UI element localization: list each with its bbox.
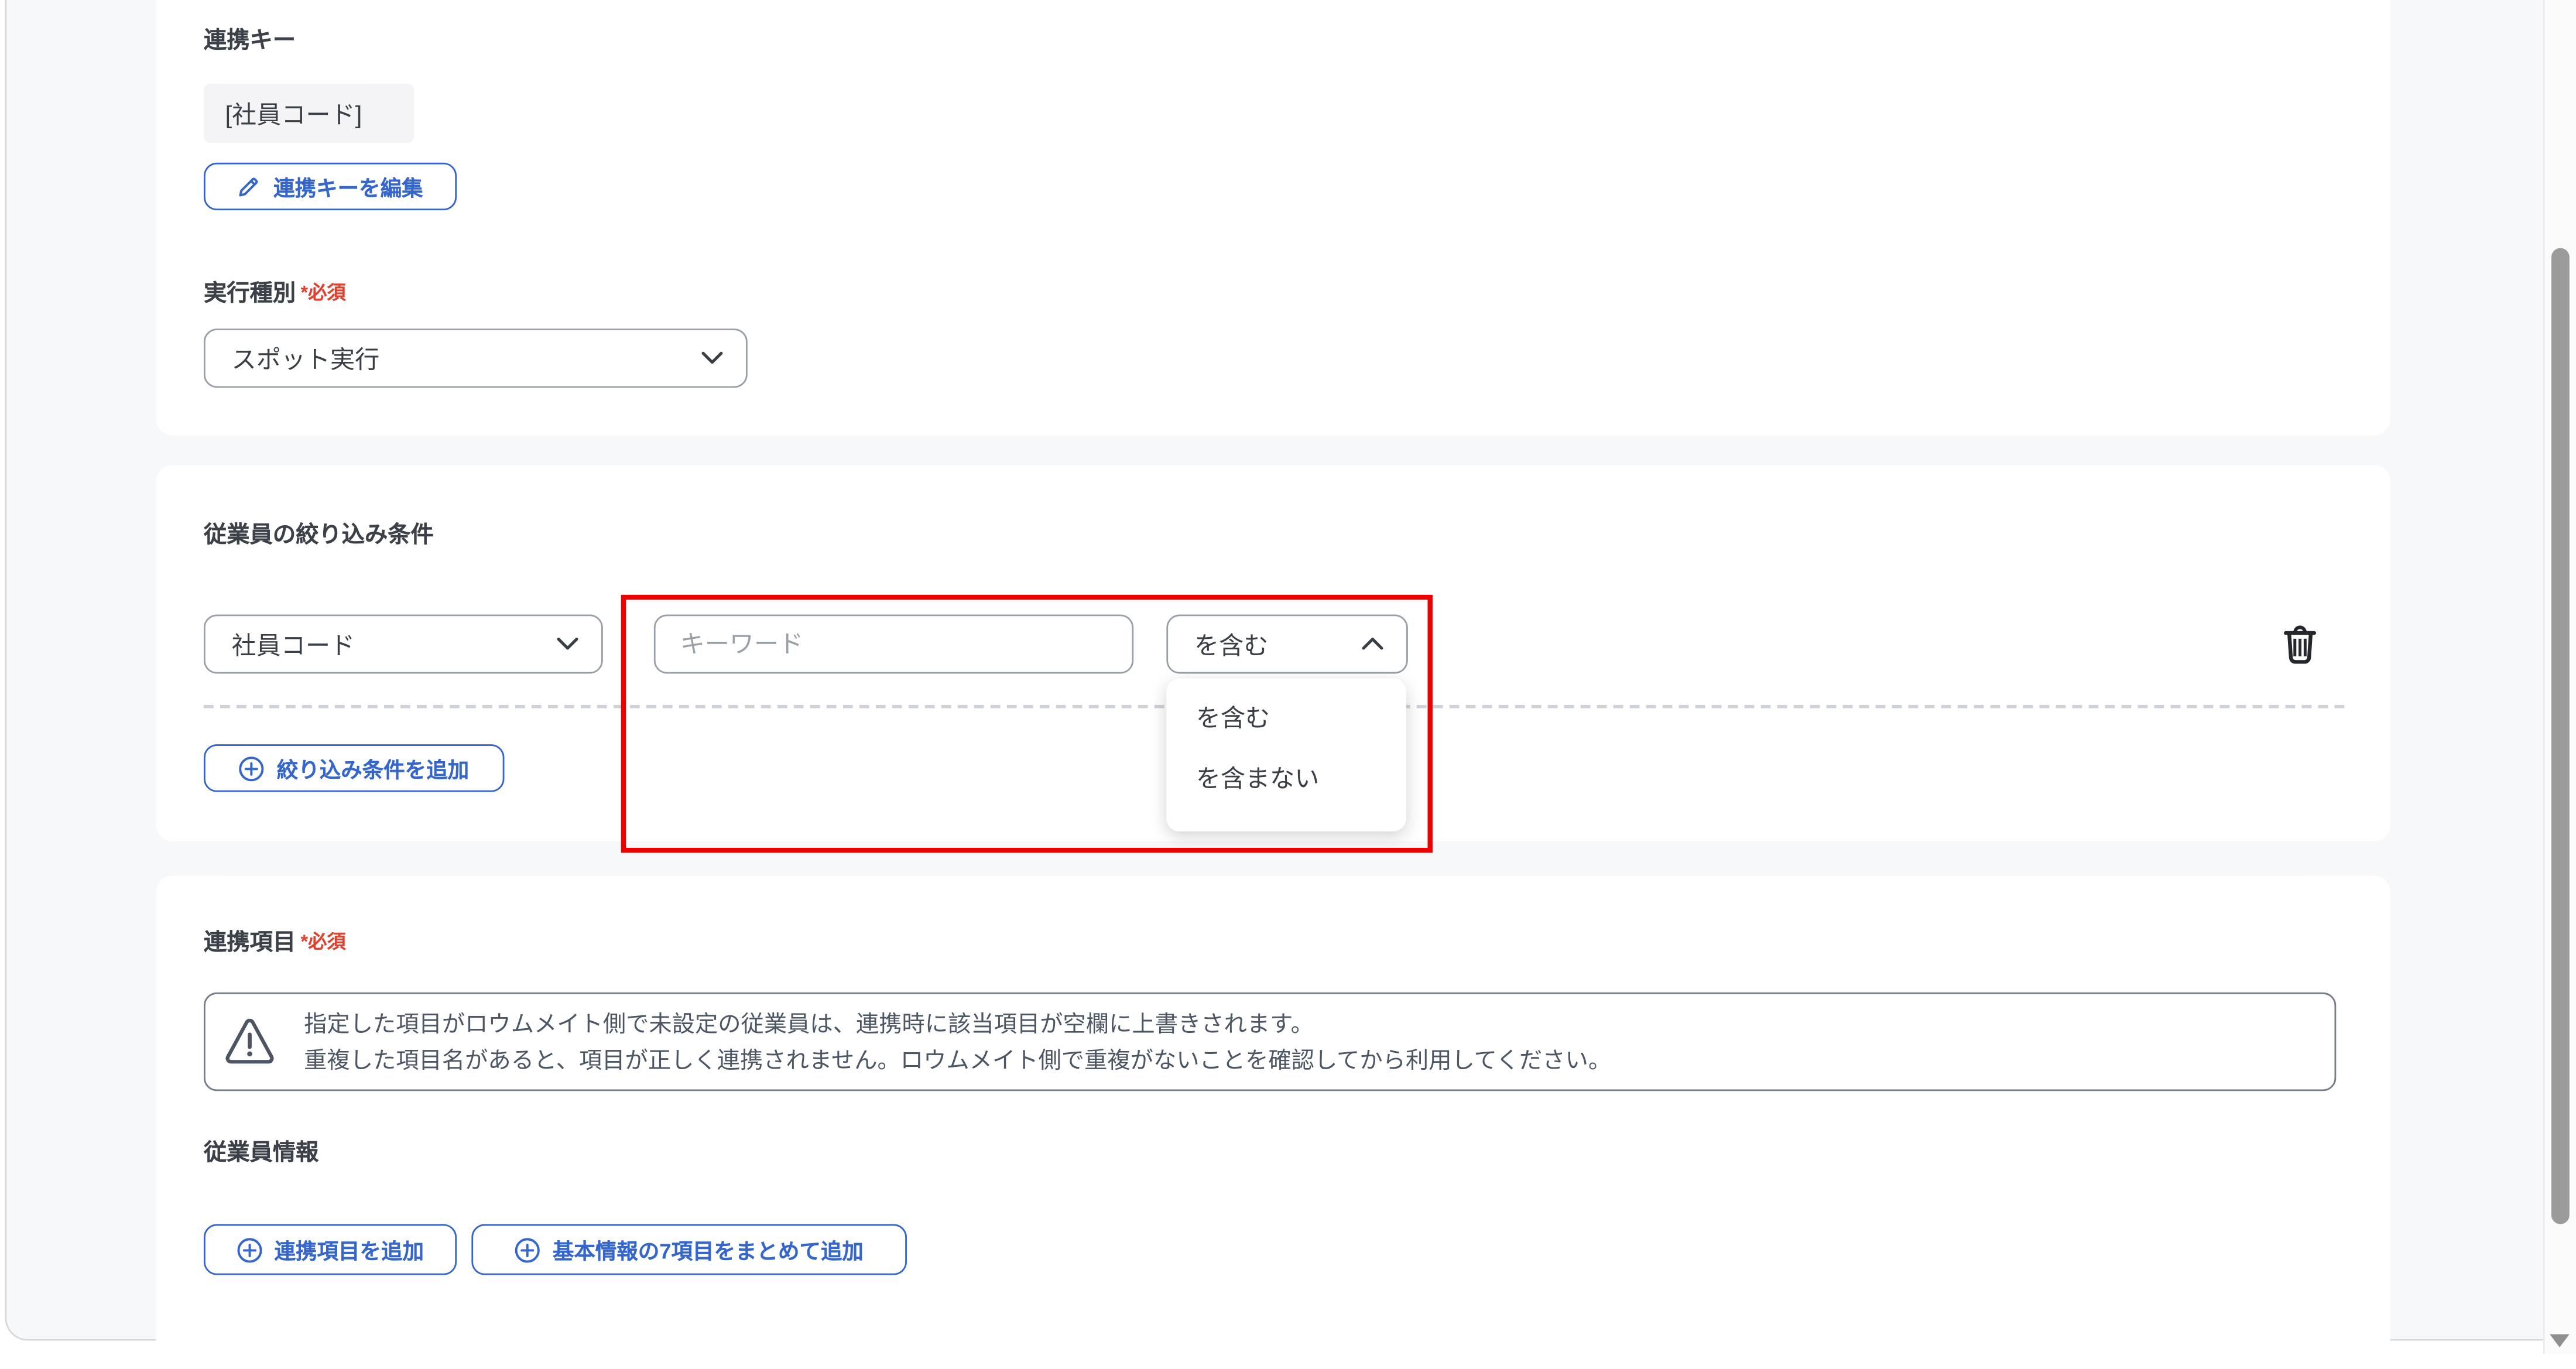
warning-triangle-icon (224, 1017, 276, 1066)
plus-circle-icon (237, 1237, 263, 1263)
integration-key-card: 連携キー [社員コード] 連携キーを編集 実行種別*必須 スポット実行 (156, 0, 2390, 436)
delete-condition-button[interactable] (2282, 621, 2325, 666)
scrollbar-down-arrow[interactable] (2550, 1334, 2570, 1347)
settings-page: 連携キー [社員コード] 連携キーを編集 実行種別*必須 スポット実行 (0, 0, 2576, 1354)
chevron-down-icon (557, 638, 578, 651)
filter-conditions-title: 従業員の絞り込み条件 (204, 518, 434, 550)
warning-box: 指定した項目がロウムメイト側で未設定の従業員は、連携時に該当項目が空欄に上書きさ… (204, 992, 2336, 1091)
operator-option-not-contains[interactable]: を含まない (1166, 752, 1406, 803)
warning-text: 指定した項目がロウムメイト側で未設定の従業員は、連携時に該当項目が空欄に上書きさ… (304, 1005, 1611, 1077)
integration-key-value: [社員コード] (204, 84, 414, 143)
operator-option-contains[interactable]: を含む (1166, 692, 1406, 742)
add-integration-item-button[interactable]: 連携項目を追加 (204, 1224, 457, 1275)
edit-integration-key-button[interactable]: 連携キーを編集 (204, 163, 457, 210)
trash-icon (2282, 624, 2325, 663)
integration-items-label: 連携項目*必須 (204, 925, 346, 958)
filter-conditions-card: 従業員の絞り込み条件 社員コード を含む を含む を含まない (156, 465, 2390, 841)
scrollbar-thumb[interactable] (2551, 248, 2570, 1224)
pencil-icon (237, 174, 262, 198)
filter-field-select[interactable]: 社員コード (204, 614, 603, 673)
integration-key-label: 連携キー (204, 23, 296, 56)
vertical-scrollbar (2543, 0, 2576, 1354)
required-badge: *必須 (301, 284, 346, 304)
plus-circle-icon (515, 1237, 541, 1263)
keyword-input[interactable] (654, 614, 1133, 673)
chevron-down-icon (701, 352, 722, 365)
execution-type-label: 実行種別*必須 (204, 276, 346, 309)
chevron-up-icon (1362, 638, 1383, 651)
add-condition-button[interactable]: 絞り込み条件を追加 (204, 744, 505, 792)
required-badge: *必須 (301, 933, 346, 953)
integration-items-card: 連携項目*必須 指定した項目がロウムメイト側で未設定の従業員は、連携時に該当項目… (156, 876, 2390, 1369)
execution-type-select[interactable]: スポット実行 (204, 328, 748, 388)
plus-circle-icon (239, 755, 265, 781)
employee-info-subsection-label: 従業員情報 (204, 1135, 318, 1168)
filter-operator-select[interactable]: を含む (1166, 614, 1407, 673)
operator-dropdown-menu: を含む を含まない (1166, 679, 1406, 831)
add-basic-info-bundle-button[interactable]: 基本情報の7項目をまとめて追加 (471, 1224, 907, 1275)
